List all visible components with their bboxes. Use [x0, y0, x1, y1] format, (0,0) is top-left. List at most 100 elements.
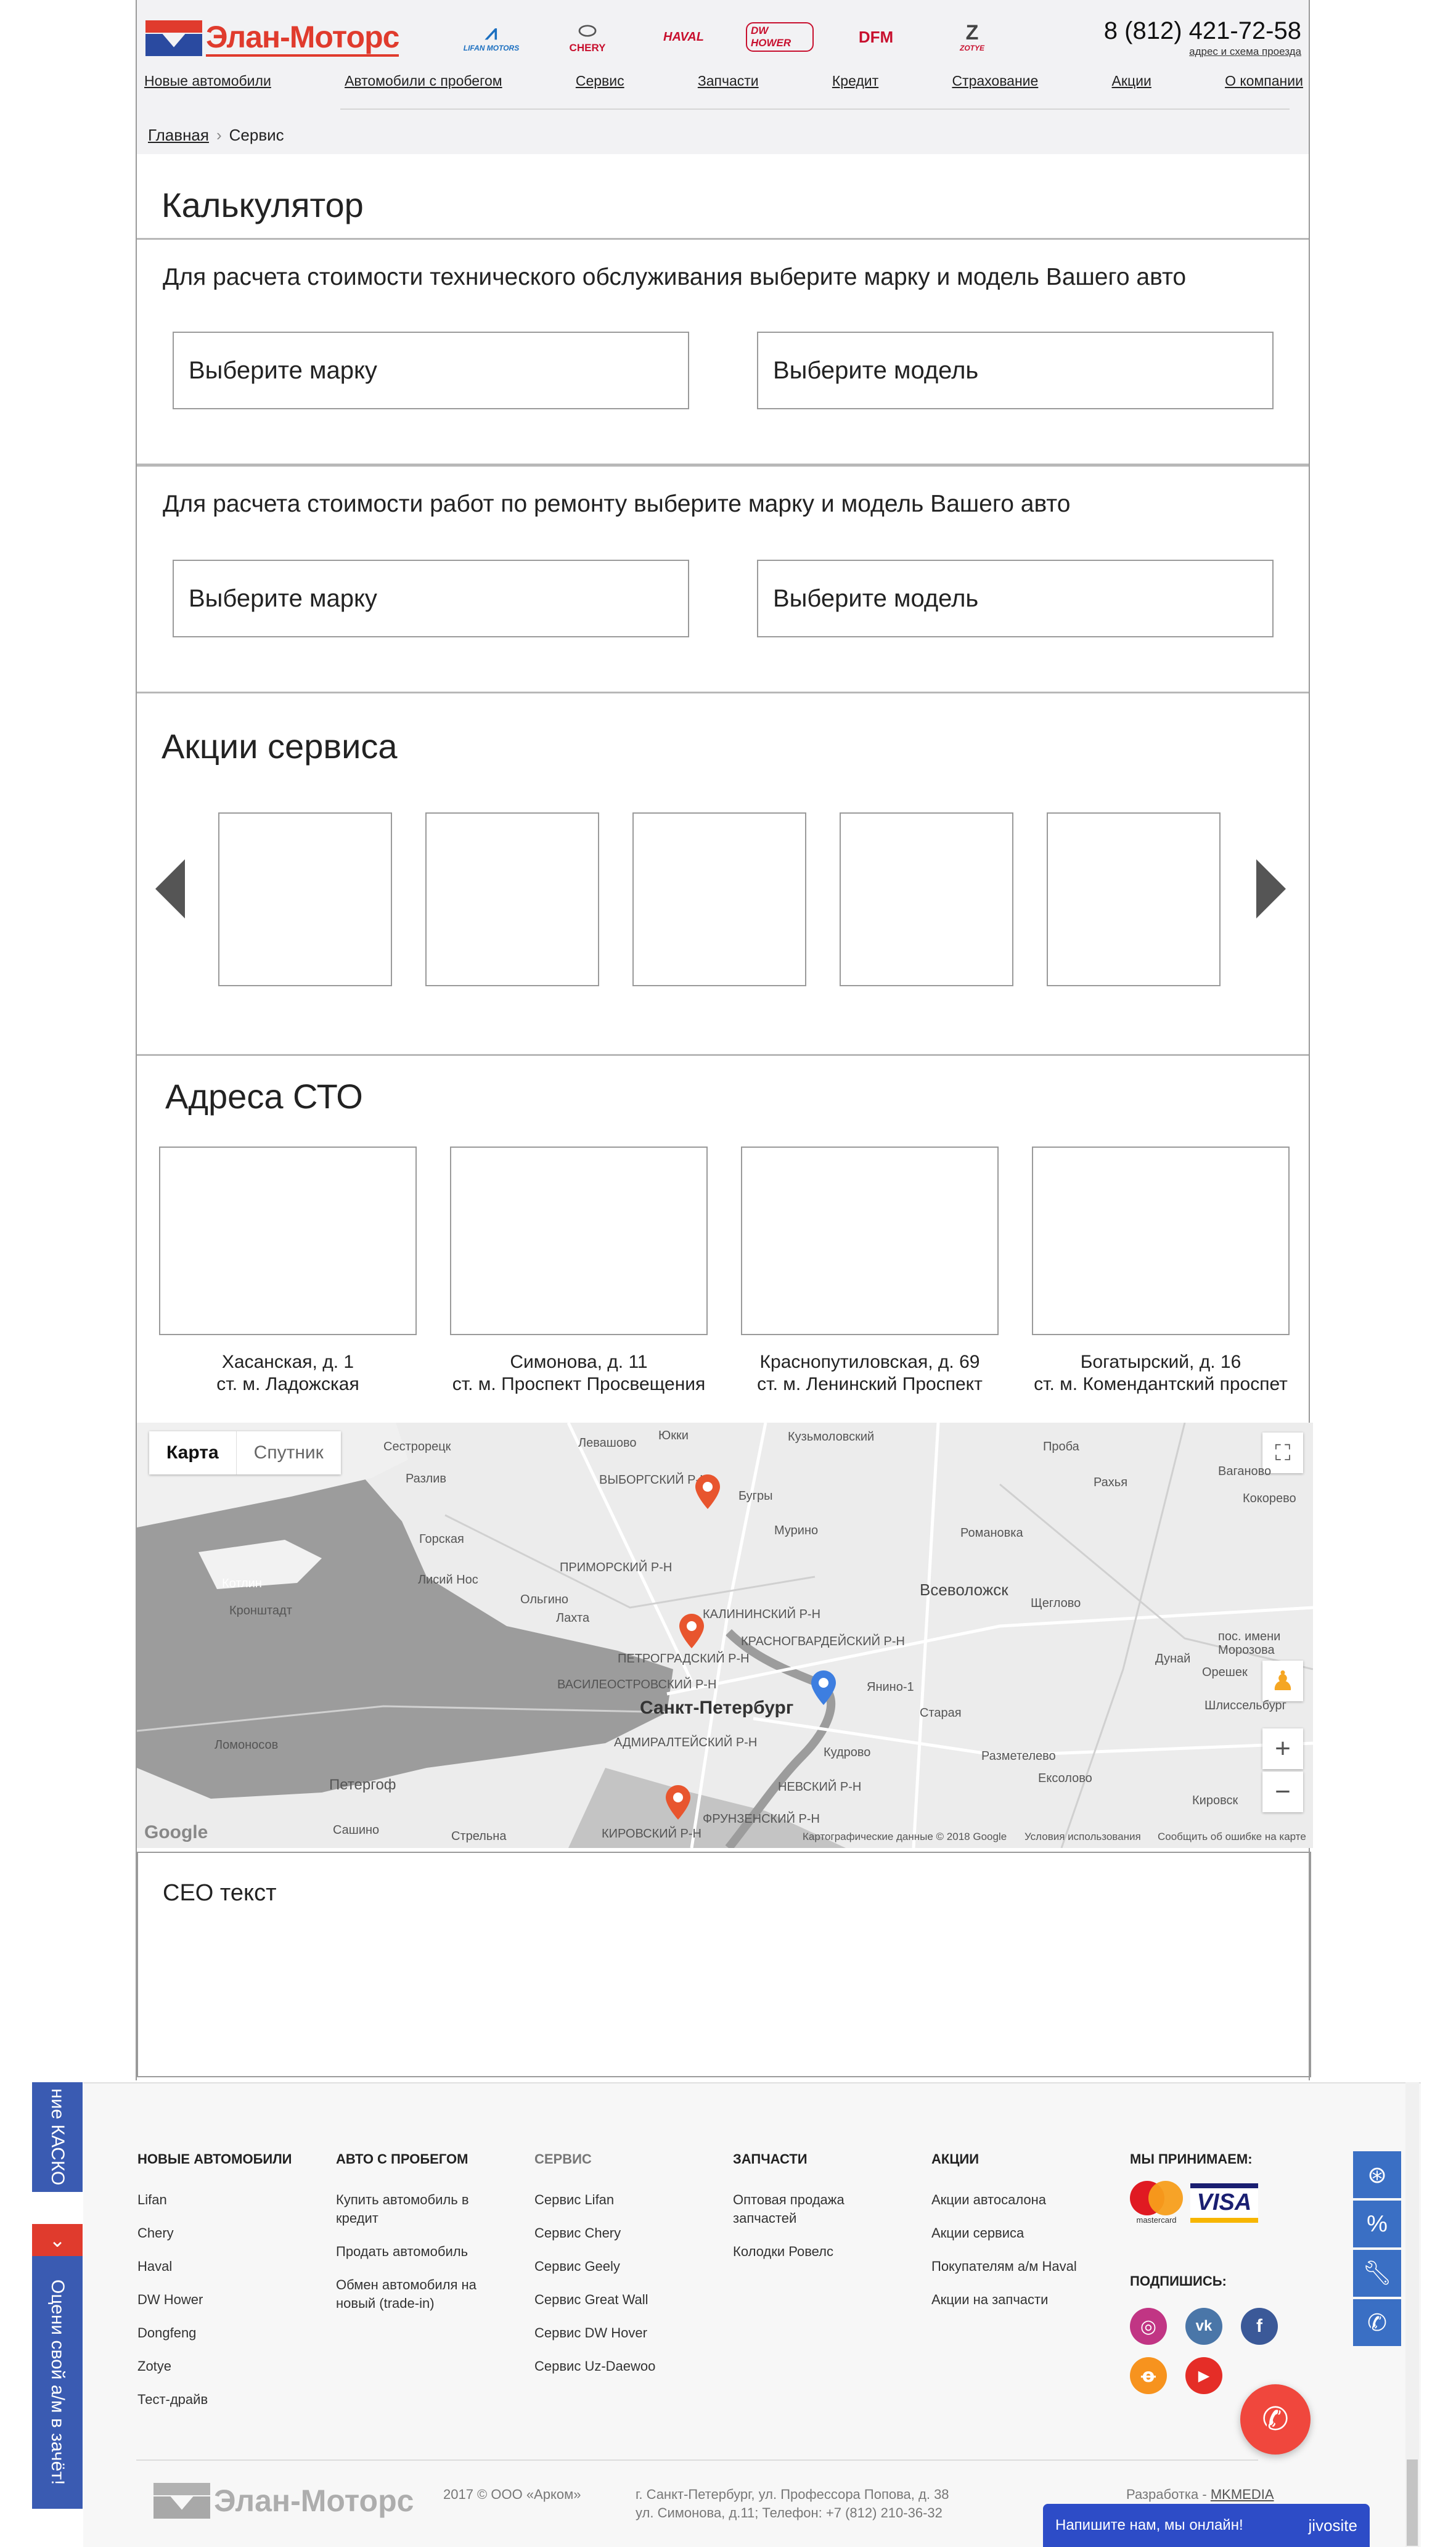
nav-new-cars[interactable]: Новые автомобили — [144, 73, 271, 89]
trade-in-side-tab[interactable]: Оцени свой а/м в зачёт! — [32, 2256, 83, 2509]
footer-link[interactable]: Сервис Chery — [534, 2224, 719, 2242]
promo-card[interactable] — [218, 812, 392, 986]
map-copyright: Картографические данные © 2018 Google — [803, 1831, 1007, 1842]
promo-card[interactable] — [1047, 812, 1221, 986]
footer-logo[interactable]: Элан-Моторс — [153, 2483, 414, 2519]
carousel-prev-arrow-icon[interactable] — [155, 859, 185, 918]
address-card-image[interactable] — [741, 1147, 999, 1335]
footer-link[interactable]: Акции сервиса — [931, 2224, 1116, 2242]
maintenance-brand-select[interactable]: Выберите марку — [173, 332, 689, 409]
footer-col-promos: АКЦИИ Акции автосалона Акции сервиса Пок… — [931, 2151, 1116, 2324]
zoom-out-button[interactable]: − — [1262, 1772, 1303, 1812]
footer-link[interactable]: Chery — [137, 2224, 322, 2242]
zoom-in-button[interactable]: + — [1262, 1728, 1303, 1769]
map-terms-link[interactable]: Условия использования — [1025, 1831, 1141, 1843]
wrench-icon[interactable]: 🔧︎ — [1353, 2250, 1401, 2297]
map-label: Янино-1 — [867, 1680, 914, 1694]
footer-link[interactable]: Dongfeng — [137, 2324, 322, 2342]
map-label: Романовка — [960, 1526, 1023, 1540]
kasko-side-tab[interactable]: ние КАСКО — [32, 2082, 83, 2192]
brand-dw-hower[interactable]: DW HOWER — [746, 17, 814, 57]
call-button[interactable]: ✆ — [1240, 2384, 1311, 2455]
map-tab-satellite[interactable]: Спутник — [237, 1431, 341, 1474]
footer-logo-mark-icon — [153, 2483, 210, 2519]
footer-link[interactable]: DW Hower — [137, 2291, 322, 2309]
developer-link[interactable]: MKMEDIA — [1211, 2487, 1274, 2502]
header-phone[interactable]: 8 (812) 421-72-58 — [1104, 17, 1301, 45]
brand-zotye[interactable]: Z ZOTYE — [938, 17, 1006, 57]
footer-link[interactable]: Покупателям а/м Haval — [931, 2257, 1116, 2276]
map-label: Котлин — [222, 1577, 262, 1590]
promo-card[interactable] — [632, 812, 806, 986]
footer-link[interactable]: Обмен автомобиля на новый (trade-in) — [336, 2276, 484, 2313]
promo-card[interactable] — [840, 812, 1013, 986]
map-label: АДМИРАЛТЕЙСКИЙ Р-Н — [614, 1736, 758, 1749]
nav-promos[interactable]: Акции — [1112, 73, 1151, 89]
footer-link[interactable]: Zotye — [137, 2357, 322, 2376]
breadcrumb-home[interactable]: Главная — [148, 126, 209, 145]
vk-icon[interactable]: vk — [1185, 2308, 1222, 2345]
map-marker-icon[interactable] — [679, 1614, 704, 1648]
map-marker-icon[interactable] — [811, 1670, 836, 1705]
footer-link[interactable]: Сервис Uz-Daewoo — [534, 2357, 719, 2376]
footer-link[interactable]: Haval — [137, 2257, 322, 2276]
footer-link[interactable]: Колодки Ровелс — [733, 2242, 869, 2261]
chevron-down-icon[interactable]: ⌄ — [32, 2224, 83, 2256]
youtube-icon[interactable]: ▶ — [1185, 2357, 1222, 2394]
address-map-link[interactable]: адрес и схема проезда — [1189, 46, 1301, 58]
footer-link[interactable]: Lifan — [137, 2191, 322, 2209]
instagram-icon[interactable]: ◎ — [1130, 2308, 1167, 2345]
promo-card[interactable] — [425, 812, 599, 986]
address-card-image[interactable] — [1032, 1147, 1290, 1335]
nav-used-cars[interactable]: Автомобили с пробегом — [345, 73, 502, 89]
map-label: Горская — [419, 1532, 464, 1546]
chat-text: Напишите нам, мы онлайн! — [1055, 2517, 1243, 2533]
brand-dfm[interactable]: DFM — [842, 17, 910, 57]
footer-link[interactable]: Сервис Lifan — [534, 2191, 719, 2209]
footer-link[interactable]: Оптовая продажа запчастей — [733, 2191, 869, 2228]
map-report-link[interactable]: Сообщить об ошибке на карте — [1158, 1831, 1306, 1843]
map-label: Лахта — [556, 1611, 590, 1625]
nav-about[interactable]: О компании — [1225, 73, 1303, 89]
google-logo[interactable]: Google — [144, 1822, 208, 1843]
nav-credit[interactable]: Кредит — [832, 73, 878, 89]
carousel-next-arrow-icon[interactable] — [1256, 859, 1286, 918]
map-marker-icon[interactable] — [695, 1474, 720, 1509]
footer-link[interactable]: Тест-драйв — [137, 2390, 322, 2409]
nav-insurance[interactable]: Страхование — [952, 73, 1038, 89]
odnoklassniki-icon[interactable]: ꝋ — [1130, 2357, 1167, 2394]
brand-haval[interactable]: HAVAL — [650, 17, 718, 57]
footer-link[interactable]: Акции автосалона — [931, 2191, 1116, 2209]
nav-parts[interactable]: Запчасти — [698, 73, 759, 89]
address-card-image[interactable] — [450, 1147, 708, 1335]
brand-chery[interactable]: ⬭ CHERY — [554, 17, 621, 57]
footer-link[interactable]: Купить автомобиль в кредит — [336, 2191, 484, 2228]
steering-wheel-icon[interactable]: ⊛ — [1353, 2151, 1401, 2198]
service-map[interactable]: Карта Спутник ⛶ ♟ + − Левашово Юкки Кузь… — [137, 1423, 1313, 1848]
footer-link[interactable]: Продать автомобиль — [336, 2242, 484, 2261]
scrollbar-thumb[interactable] — [1407, 2459, 1418, 2546]
map-label: КРАСНОГВАРДЕЙСКИЙ Р-Н — [741, 1635, 905, 1648]
map-label: Кудрово — [824, 1746, 871, 1759]
facebook-icon[interactable]: f — [1241, 2308, 1278, 2345]
chat-widget[interactable]: Напишите нам, мы онлайн! jivosite — [1043, 2504, 1370, 2547]
map-label: ВЫБОРГСКИЙ Р-Н — [599, 1473, 709, 1487]
footer-link[interactable]: Сервис DW Hover — [534, 2324, 719, 2342]
maintenance-model-select[interactable]: Выберите модель — [757, 332, 1274, 409]
footer-link[interactable]: Акции на запчасти — [931, 2291, 1116, 2309]
footer-link[interactable]: Сервис Great Wall — [534, 2291, 719, 2309]
repair-model-select[interactable]: Выберите модель — [757, 560, 1274, 637]
nav-service[interactable]: Сервис — [576, 73, 624, 89]
site-logo[interactable]: Элан-Моторс — [145, 18, 399, 58]
map-tab-map[interactable]: Карта — [149, 1431, 237, 1474]
map-label: Кронштадт — [229, 1604, 292, 1617]
percent-icon[interactable]: % — [1353, 2201, 1401, 2247]
footer-col-used-cars: АВТО С ПРОБЕГОМ Купить автомобиль в кред… — [336, 2151, 484, 2328]
brand-lifan[interactable]: ⩘ LIFAN MOTORS — [457, 17, 525, 57]
address-card-image[interactable] — [159, 1147, 417, 1335]
street-view-pegman-icon[interactable]: ♟ — [1262, 1661, 1303, 1701]
map-marker-icon[interactable] — [666, 1785, 690, 1820]
phone-icon[interactable]: ✆ — [1353, 2299, 1401, 2346]
footer-link[interactable]: Сервис Geely — [534, 2257, 719, 2276]
repair-brand-select[interactable]: Выберите марку — [173, 560, 689, 637]
